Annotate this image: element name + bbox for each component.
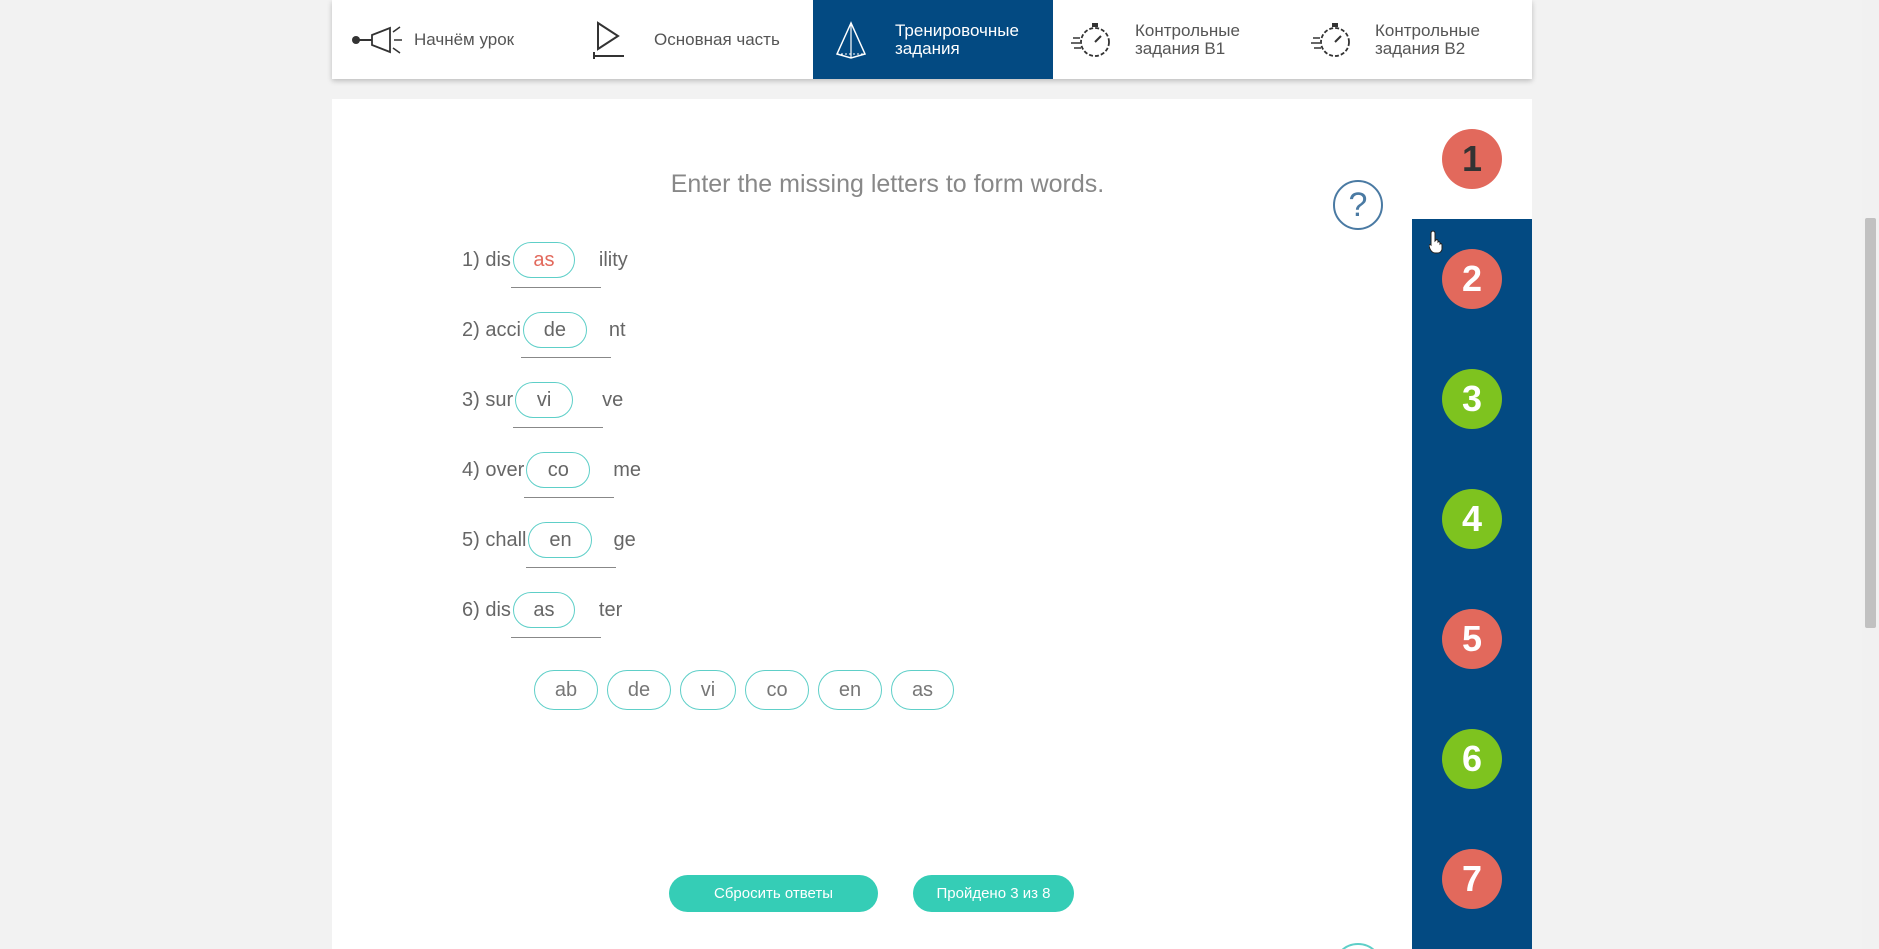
megaphone-icon <box>350 20 404 60</box>
help-button[interactable]: ? <box>1333 180 1383 230</box>
answer-underline <box>520 357 611 358</box>
word-prefix: 1) dis <box>462 248 511 271</box>
word-suffix: me <box>613 458 642 481</box>
play-icon <box>590 20 644 60</box>
nav-item-control-tasks-b1[interactable]: Контрольные задания В1 <box>1053 0 1293 79</box>
nav-item-label: Тренировочные задания <box>895 20 1019 58</box>
answer-slot[interactable]: vi <box>513 380 604 428</box>
word-prefix: 3) sur <box>462 388 514 411</box>
word-bank-option[interactable]: vi <box>680 670 736 710</box>
nav-item-control-tasks-b2[interactable]: Контрольные задания В2 <box>1293 0 1532 79</box>
answer-slot[interactable]: as <box>510 240 601 288</box>
word-row-5: 5) chall en ge <box>462 520 636 568</box>
word-prefix: 2) acci <box>462 318 521 341</box>
word-suffix: ve <box>602 388 624 411</box>
word-prefix: 4) over <box>462 458 525 481</box>
pyramid-icon <box>831 20 885 60</box>
answer-underline <box>513 427 604 428</box>
answer-pill[interactable]: as <box>512 242 575 278</box>
step-3-button[interactable]: 3 <box>1442 369 1502 429</box>
word-bank-option[interactable]: de <box>607 670 671 710</box>
word-suffix: nt <box>608 318 626 341</box>
word-row-3: 3) sur vi ve <box>462 380 624 428</box>
nav-item-start-lesson[interactable]: Начнём урок <box>332 0 572 79</box>
answer-pill[interactable]: as <box>512 592 575 628</box>
word-row-1: 1) dis as ility <box>462 240 628 288</box>
answer-pill[interactable]: co <box>526 452 591 488</box>
hand-cursor-icon <box>1429 230 1443 254</box>
step-7-button[interactable]: 7 <box>1442 849 1502 909</box>
step-2-button[interactable]: 2 <box>1442 249 1502 309</box>
word-suffix: ge <box>613 528 636 551</box>
stopwatch-icon <box>1071 20 1125 60</box>
word-bank-option[interactable]: ab <box>534 670 598 710</box>
progress-button[interactable]: Пройдено 3 из 8 <box>913 875 1074 912</box>
answer-slot[interactable]: as <box>510 590 601 638</box>
stopwatch-icon <box>1311 20 1365 60</box>
reset-answers-button[interactable]: Сбросить ответы <box>669 875 878 912</box>
word-bank-option[interactable]: co <box>745 670 809 710</box>
step-4-button[interactable]: 4 <box>1442 489 1502 549</box>
word-bank-option[interactable]: en <box>818 670 882 710</box>
step-5-button[interactable]: 5 <box>1442 609 1502 669</box>
nav-item-training-tasks[interactable]: Тренировочные задания <box>813 0 1053 79</box>
answer-slot[interactable]: co <box>524 450 615 498</box>
word-suffix: ility <box>598 248 628 271</box>
nav-item-main-part[interactable]: Основная часть <box>572 0 813 79</box>
question-icon: ? <box>1348 185 1368 224</box>
word-prefix: 5) chall <box>462 528 527 551</box>
answer-underline <box>510 287 601 288</box>
word-prefix: 6) dis <box>462 598 511 621</box>
word-bank-option[interactable]: as <box>891 670 954 710</box>
step-6-button[interactable]: 6 <box>1442 729 1502 789</box>
word-row-6: 6) dis as ter <box>462 590 623 638</box>
answer-slot[interactable]: en <box>526 520 617 568</box>
nav-item-label: Контрольные задания В2 <box>1375 20 1480 58</box>
nav-item-label: Контрольные задания В1 <box>1135 20 1240 58</box>
step-1-button[interactable]: 1 <box>1442 129 1502 189</box>
answer-underline <box>524 497 615 498</box>
page-scrollbar[interactable] <box>1862 0 1879 949</box>
word-row-2: 2) acci de nt <box>462 310 626 358</box>
scrollbar-thumb[interactable] <box>1865 218 1876 628</box>
nav-item-label: Основная часть <box>654 29 780 49</box>
exercise-instruction: Enter the missing letters to form words. <box>670 170 1105 198</box>
answer-pill[interactable]: en <box>528 522 593 558</box>
answer-slot[interactable]: de <box>520 310 611 358</box>
word-suffix: ter <box>598 598 623 621</box>
answer-pill[interactable]: vi <box>515 382 574 418</box>
nav-item-label: Начнём урок <box>414 29 515 49</box>
answer-pill[interactable]: de <box>522 312 587 348</box>
answer-underline <box>510 637 601 638</box>
answer-underline <box>526 567 617 568</box>
word-row-4: 4) over co me <box>462 450 642 498</box>
steps-panel <box>1412 219 1532 949</box>
top-navigation: Начнём урок Основная часть Тренировочные… <box>332 0 1532 79</box>
